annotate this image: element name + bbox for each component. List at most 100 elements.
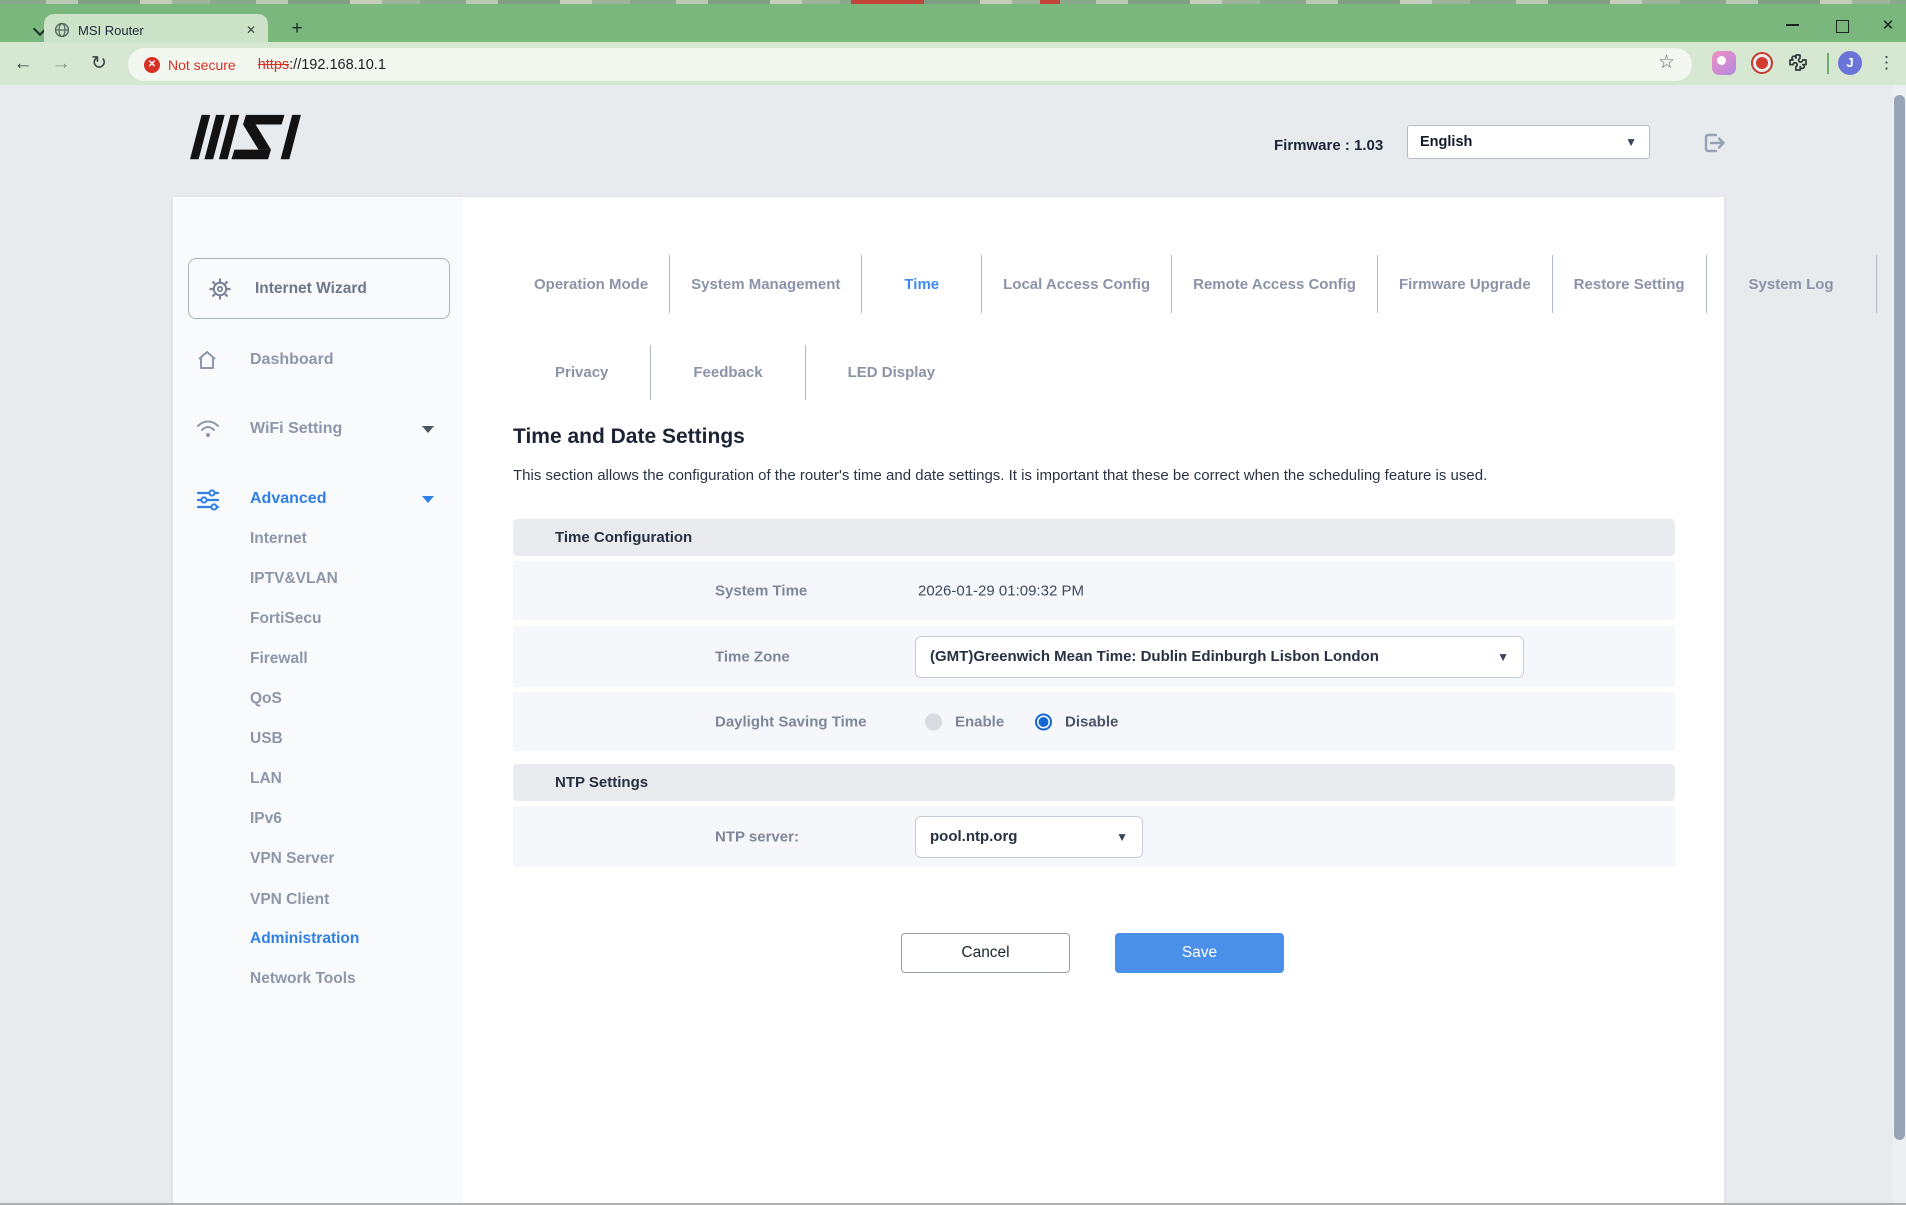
sidebar-item-dashboard[interactable]: Dashboard	[173, 340, 463, 380]
row-daylight-saving: Daylight Saving Time Enable Disable	[513, 692, 1675, 751]
profile-avatar[interactable]: J	[1838, 51, 1862, 75]
wifi-icon	[195, 418, 221, 440]
tab-system-log[interactable]: System Log	[1707, 255, 1877, 313]
section-header-time-configuration: Time Configuration	[513, 519, 1675, 556]
sidebar-item-fortisecu[interactable]: FortiSecu	[250, 604, 321, 634]
tab-local-access-config[interactable]: Local Access Config	[982, 255, 1173, 313]
sidebar-item-internet[interactable]: Internet	[250, 524, 307, 554]
tab-close-icon[interactable]: ✕	[244, 23, 258, 37]
extension-pink-icon[interactable]	[1712, 51, 1736, 75]
sidebar-item-network-tools[interactable]: Network Tools	[250, 964, 356, 994]
sidebar: Internet Wizard Dashboard WiFi Setting A…	[173, 197, 463, 1205]
toolbar-divider	[1827, 53, 1829, 74]
logout-icon[interactable]	[1700, 129, 1728, 157]
tab-time[interactable]: Time	[862, 255, 983, 313]
sidebar-item-advanced[interactable]: Advanced	[173, 479, 463, 519]
sidebar-item-wifi-setting[interactable]: WiFi Setting	[173, 409, 463, 449]
ntp-server-select[interactable]: pool.ntp.org ▼	[915, 815, 1143, 858]
new-tab-button[interactable]: +	[286, 18, 308, 40]
msi-logo	[190, 112, 325, 164]
section-title: NTP Settings	[555, 774, 649, 791]
time-zone-select[interactable]: (GMT)Greenwich Mean Time: Dublin Edinbur…	[915, 635, 1524, 678]
window-minimize-button[interactable]	[1776, 16, 1808, 36]
main-card: Internet Wizard Dashboard WiFi Setting A…	[173, 197, 1877, 1205]
sidebar-item-lan[interactable]: LAN	[250, 764, 282, 794]
daylight-saving-label: Daylight Saving Time	[715, 713, 867, 730]
gear-icon	[209, 278, 231, 299]
tab-system-management[interactable]: System Management	[670, 255, 863, 313]
not-secure-label[interactable]: Not secure	[168, 57, 236, 73]
not-secure-badge-icon: ✕	[144, 56, 160, 73]
tab-led-display[interactable]: LED Display	[806, 345, 978, 400]
url-text[interactable]: https://192.168.10.1	[258, 57, 386, 73]
sidebar-item-iptv-vlan[interactable]: IPTV&VLAN	[250, 564, 338, 594]
sidebar-item-vpn-server[interactable]: VPN Server	[250, 844, 334, 874]
sliders-icon	[195, 487, 221, 511]
sidebar-item-label: Internet Wizard	[255, 279, 367, 297]
row-time-zone: Time Zone (GMT)Greenwich Mean Time: Dubl…	[513, 626, 1675, 687]
url-rest: ://192.168.10.1	[289, 56, 386, 73]
admin-tabs-row2: Privacy Feedback LED Display	[513, 345, 977, 400]
url-scheme: https	[257, 56, 290, 73]
row-system-time: System Time 2026-01-29 01:09:32 PM	[513, 561, 1675, 620]
page-scrollbar-thumb[interactable]	[1894, 95, 1905, 1140]
admin-tabs-row1: Operation Mode System Management Time Lo…	[513, 255, 1877, 313]
ntp-server-selected-value: pool.ntp.org	[930, 828, 1018, 845]
cancel-button[interactable]: Cancel	[901, 933, 1070, 973]
dst-enable-radio[interactable]	[925, 713, 942, 730]
dst-disable-radio[interactable]	[1035, 713, 1052, 730]
chevron-down-icon: ▼	[1625, 135, 1637, 149]
tab-restore-setting[interactable]: Restore Setting	[1553, 255, 1707, 313]
home-icon	[195, 348, 221, 372]
language-select[interactable]: English ▼	[1407, 125, 1650, 159]
window-maximize-button[interactable]	[1826, 16, 1858, 36]
bookmark-star-icon[interactable]: ☆	[1658, 51, 1675, 74]
tab-firmware-upgrade[interactable]: Firmware Upgrade	[1378, 255, 1553, 313]
time-zone-selected-value: (GMT)Greenwich Mean Time: Dublin Edinbur…	[930, 648, 1379, 665]
tab-feedback[interactable]: Feedback	[651, 345, 806, 400]
sidebar-item-administration[interactable]: Administration	[250, 924, 359, 954]
page-description: This section allows the configuration of…	[513, 467, 1488, 484]
back-icon[interactable]: ←	[8, 50, 38, 78]
address-bar[interactable]: ✕ Not secure https://192.168.10.1	[128, 48, 1692, 81]
tab-privacy[interactable]: Privacy	[513, 345, 652, 400]
time-zone-label: Time Zone	[715, 648, 790, 665]
forward-icon[interactable]: →	[46, 50, 76, 78]
chevron-down-icon	[421, 424, 435, 434]
sidebar-item-label: Dashboard	[250, 351, 334, 368]
extension-record-icon[interactable]	[1751, 52, 1773, 74]
sidebar-item-label: Advanced	[250, 490, 327, 507]
chevron-down-icon: ▼	[1497, 649, 1509, 664]
firmware-version: Firmware : 1.03	[1274, 137, 1384, 154]
browser-tab-strip: MSI Router ✕ + ✕	[0, 4, 1906, 46]
sidebar-item-ipv6[interactable]: IPv6	[250, 804, 282, 834]
sidebar-item-firewall[interactable]: Firewall	[250, 644, 308, 674]
chevron-down-icon: ▼	[1116, 829, 1128, 844]
sidebar-item-qos[interactable]: QoS	[250, 684, 282, 714]
row-ntp-server: NTP server: pool.ntp.org ▼	[513, 806, 1675, 867]
chevron-down-icon	[421, 494, 435, 504]
dst-enable-label[interactable]: Enable	[955, 713, 1004, 730]
section-title: Time Configuration	[555, 529, 693, 546]
tab-operation-mode[interactable]: Operation Mode	[513, 255, 671, 313]
screen: MSI Router ✕ + ✕ ← → ↻ ✕ Not secure http…	[0, 0, 1906, 1205]
browser-menu-icon[interactable]: ⋮	[1878, 50, 1895, 76]
language-selected-value: English	[1420, 134, 1473, 150]
save-button[interactable]: Save	[1115, 933, 1284, 973]
ntp-server-label: NTP server:	[715, 828, 799, 845]
tab-remote-access-config[interactable]: Remote Access Config	[1172, 255, 1378, 313]
section-header-ntp-settings: NTP Settings	[513, 764, 1675, 801]
sidebar-item-vpn-client[interactable]: VPN Client	[250, 885, 329, 915]
extensions-puzzle-icon[interactable]	[1786, 51, 1810, 75]
sidebar-item-internet-wizard[interactable]: Internet Wizard	[188, 258, 450, 319]
tab-title: MSI Router	[78, 22, 144, 38]
reload-icon[interactable]: ↻	[84, 50, 114, 78]
sidebar-item-usb[interactable]: USB	[250, 724, 283, 754]
dst-disable-label[interactable]: Disable	[1065, 713, 1118, 730]
system-time-value: 2026-01-29 01:09:32 PM	[918, 582, 1084, 599]
globe-favicon-icon	[54, 22, 70, 38]
system-time-label: System Time	[715, 582, 808, 599]
page-title: Time and Date Settings	[513, 425, 745, 448]
window-close-button[interactable]: ✕	[1872, 16, 1904, 36]
sidebar-item-label: WiFi Setting	[250, 420, 343, 437]
